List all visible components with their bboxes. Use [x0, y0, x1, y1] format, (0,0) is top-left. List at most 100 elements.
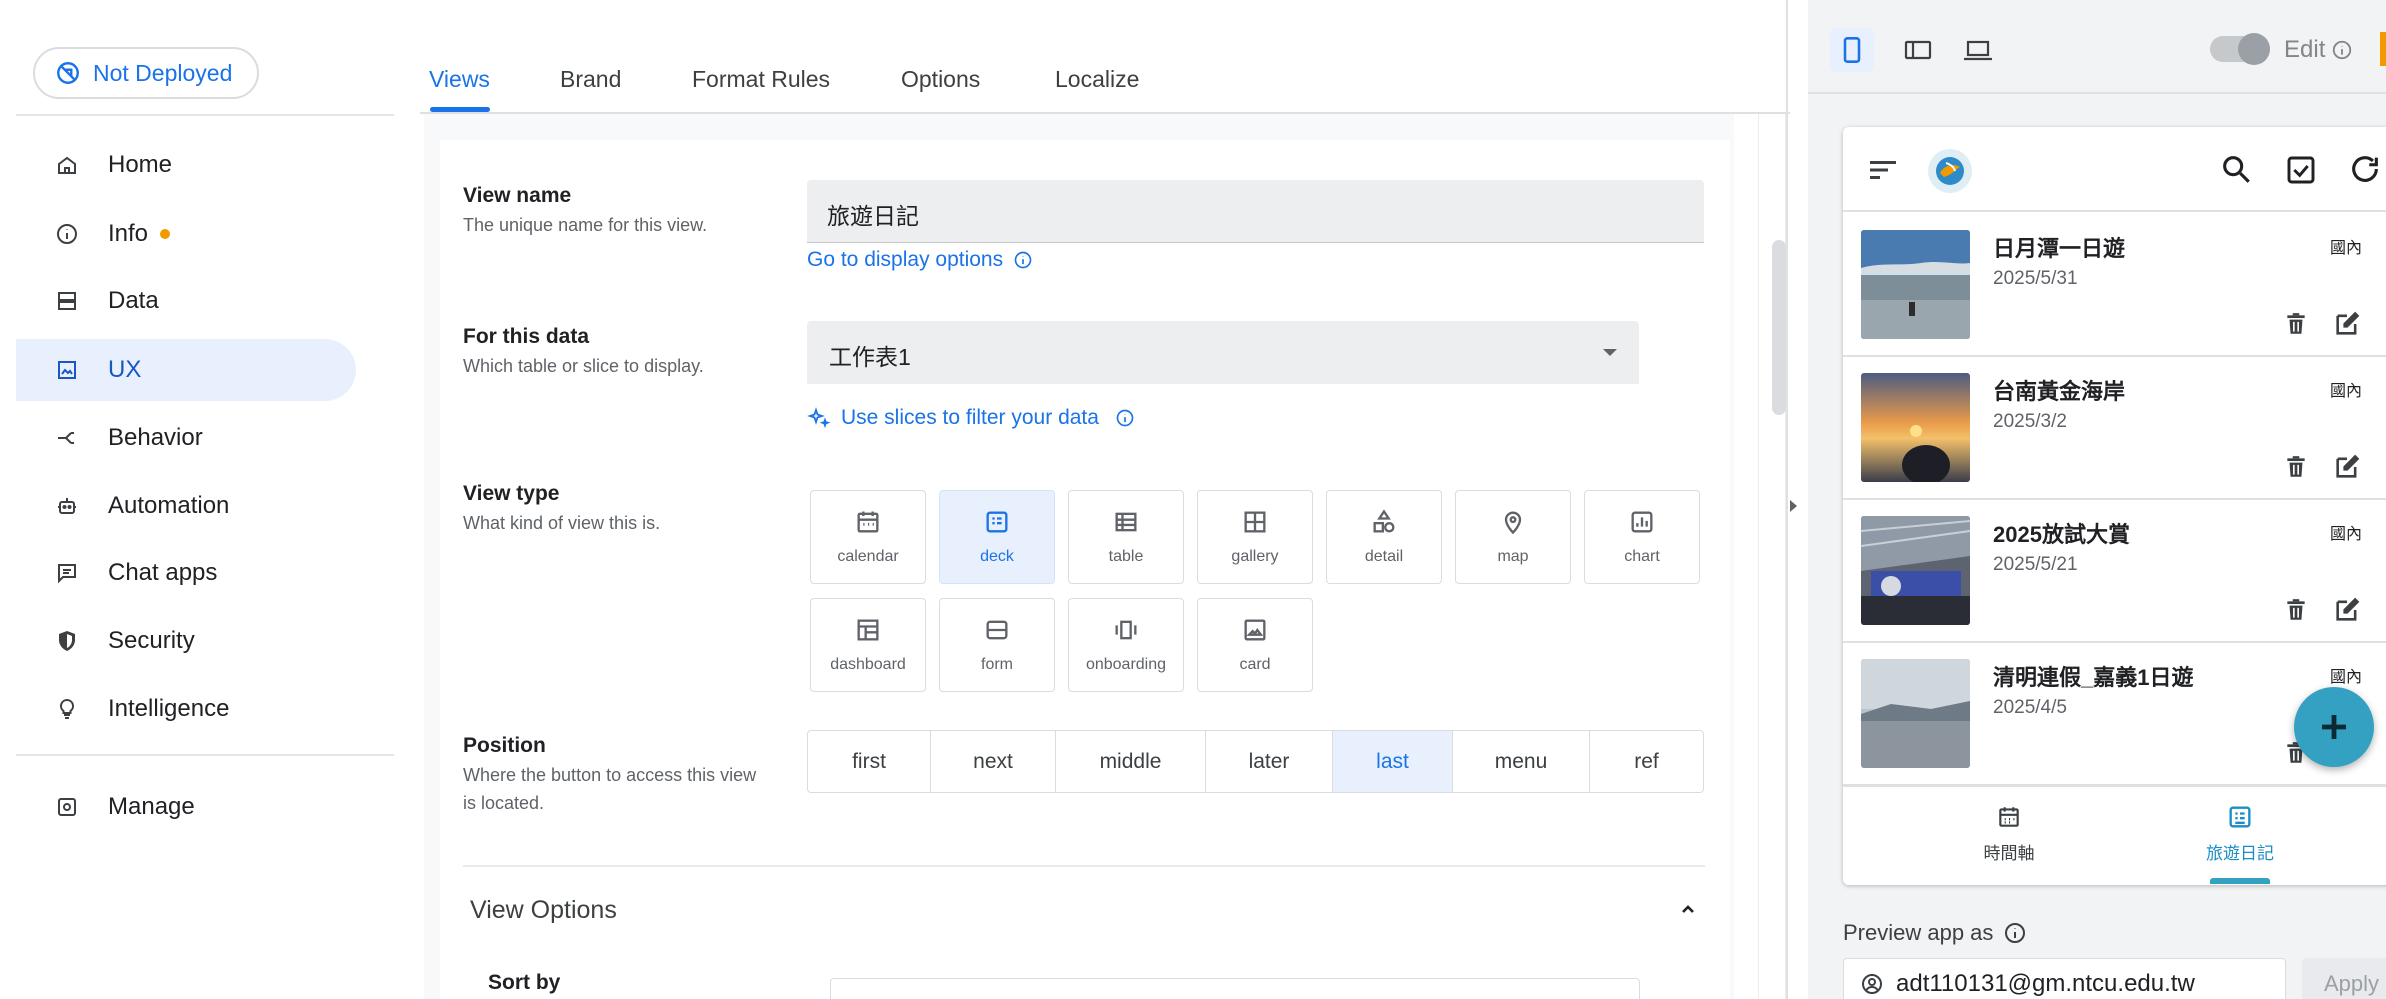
trip-title: 清明連假_嘉義1日遊 [1993, 665, 2194, 690]
robot-icon [52, 491, 82, 521]
list-item[interactable]: 台南黃金海岸 2025/3/2 國內 [1843, 357, 2386, 500]
position-first[interactable]: first [808, 731, 931, 792]
data-source-value: 工作表1 [829, 344, 911, 370]
view-type-detail[interactable]: detail [1326, 490, 1442, 584]
tablet-preview-button[interactable] [1896, 28, 1940, 72]
dashboard-icon [857, 619, 879, 641]
position-later[interactable]: later [1206, 731, 1333, 792]
plus-icon [2322, 715, 2346, 739]
info-icon [1014, 251, 1032, 269]
nav-timeline[interactable]: 時間軸 [1949, 803, 2069, 864]
form-scrollbar[interactable] [1772, 240, 1786, 415]
delete-icon[interactable] [2283, 453, 2309, 481]
sidebar-item-info[interactable]: Info [16, 203, 356, 265]
view-type-calendar[interactable]: calendar [810, 490, 926, 584]
position-menu[interactable]: menu [1453, 731, 1590, 792]
trip-photo [1861, 373, 1970, 482]
delete-icon[interactable] [2283, 596, 2309, 624]
trip-photo [1861, 516, 1970, 625]
view-type-onboarding[interactable]: onboarding [1068, 598, 1184, 692]
sidebar-item-ux[interactable]: UX [16, 339, 356, 401]
trip-category: 國內 [2330, 240, 2363, 257]
preview-user-email-input[interactable]: adt110131@gm.ntcu.edu.tw [1843, 958, 2286, 999]
sidebar-divider [16, 114, 394, 116]
view-type-label: detail [1364, 548, 1404, 565]
view-type-card[interactable]: card [1197, 598, 1313, 692]
deploy-status-button[interactable]: Not Deployed [33, 47, 259, 99]
deploy-status-label: Not Deployed [93, 59, 233, 86]
phone-icon [1843, 37, 1861, 63]
tab-views[interactable]: Views [429, 66, 490, 93]
use-slices-link[interactable]: Use slices to filter your data [807, 406, 1135, 430]
sidebar-item-label: Automation [108, 492, 230, 519]
edit-icon[interactable] [2333, 453, 2361, 481]
desktop-preview-button[interactable] [1956, 28, 2000, 72]
view-type-map[interactable]: map [1455, 490, 1571, 584]
chevron-up-icon[interactable] [1676, 897, 1700, 921]
list-item[interactable]: 日月潭一日遊 2025/5/31 國內 [1843, 214, 2386, 357]
mobile-preview-button[interactable] [1830, 28, 1874, 72]
trip-category: 國內 [2330, 669, 2363, 686]
view-options-divider [463, 865, 1705, 867]
add-record-button[interactable] [2294, 687, 2374, 767]
sidebar-item-label: Home [108, 151, 173, 178]
data-source-select[interactable]: 工作表1 [807, 321, 1639, 384]
view-type-form[interactable]: form [939, 598, 1055, 692]
edit-icon[interactable] [2333, 596, 2361, 624]
delete-icon[interactable] [2283, 310, 2309, 338]
behavior-icon [52, 423, 82, 453]
sidebar-item-home[interactable]: Home [16, 134, 356, 196]
view-name-input[interactable]: 旅遊日記 [807, 180, 1704, 243]
info-icon[interactable] [2003, 921, 2027, 945]
sidebar-item-behavior[interactable]: Behavior [16, 407, 356, 469]
detail-icon [1373, 509, 1395, 533]
view-options-header[interactable]: View Options [470, 896, 617, 925]
tab-options[interactable]: Options [901, 66, 980, 93]
sidebar-item-intelligence[interactable]: Intelligence [16, 678, 356, 740]
sidebar-item-chat-apps[interactable]: Chat apps [16, 542, 356, 604]
info-icon [1116, 409, 1134, 427]
edit-mode-toggle[interactable] [2210, 33, 2270, 65]
sidebar-item-security[interactable]: Security [16, 610, 356, 672]
view-type-gallery[interactable]: gallery [1197, 490, 1313, 584]
map-pin-icon [1504, 511, 1522, 535]
view-type-dashboard[interactable]: dashboard [810, 598, 926, 692]
position-ref[interactable]: ref [1590, 731, 1703, 792]
collapse-preview-arrow-icon[interactable] [1790, 500, 1797, 512]
view-type-deck[interactable]: deck [939, 490, 1055, 584]
mobile-app-preview: 日月潭一日遊 2025/5/31 國內 台南黃金海岸 2025/3/2 國內 2… [1843, 127, 2386, 885]
select-checkbox-icon[interactable] [2285, 154, 2317, 186]
edit-icon[interactable] [2333, 310, 2361, 338]
for-this-data-subtitle: Which table or slice to display. [463, 356, 704, 376]
view-type-label: card [1239, 656, 1271, 673]
tab-brand[interactable]: Brand [560, 66, 621, 93]
sidebar-item-automation[interactable]: Automation [16, 475, 356, 537]
nav-travel-journal[interactable]: 旅遊日記 [2180, 803, 2300, 864]
position-middle[interactable]: middle [1056, 731, 1206, 792]
sidebar-item-label: Chat apps [108, 559, 218, 586]
sort-by-field[interactable] [830, 978, 1640, 999]
panel-divider[interactable] [1786, 0, 1788, 999]
calendar-icon [857, 511, 879, 533]
sidebar-item-data[interactable]: Data [16, 270, 356, 332]
preview-as-text: Preview app as [1843, 920, 1994, 945]
view-type-chart[interactable]: chart [1584, 490, 1700, 584]
list-item[interactable]: 2025放試大賞 2025/5/21 國內 [1843, 500, 2386, 643]
refresh-icon[interactable] [2348, 152, 2382, 186]
view-type-table[interactable]: table [1068, 490, 1184, 584]
apply-button[interactable]: Apply [2302, 958, 2386, 999]
tablet-icon [1904, 40, 1932, 60]
edit-mode-label: Edit [2284, 36, 2353, 64]
tab-format-rules[interactable]: Format Rules [692, 66, 830, 93]
sort-menu-icon[interactable] [1868, 157, 1898, 183]
search-icon[interactable] [2219, 152, 2253, 186]
trip-date: 2025/5/31 [1993, 268, 2078, 289]
position-title: Position [463, 734, 546, 757]
display-options-link[interactable]: Go to display options [807, 248, 1033, 272]
position-last[interactable]: last [1333, 731, 1453, 792]
position-next[interactable]: next [931, 731, 1056, 792]
lightbulb-icon [52, 694, 82, 724]
sidebar-item-manage[interactable]: Manage [16, 776, 356, 838]
info-icon[interactable] [2331, 39, 2353, 61]
tab-localize[interactable]: Localize [1055, 66, 1139, 93]
